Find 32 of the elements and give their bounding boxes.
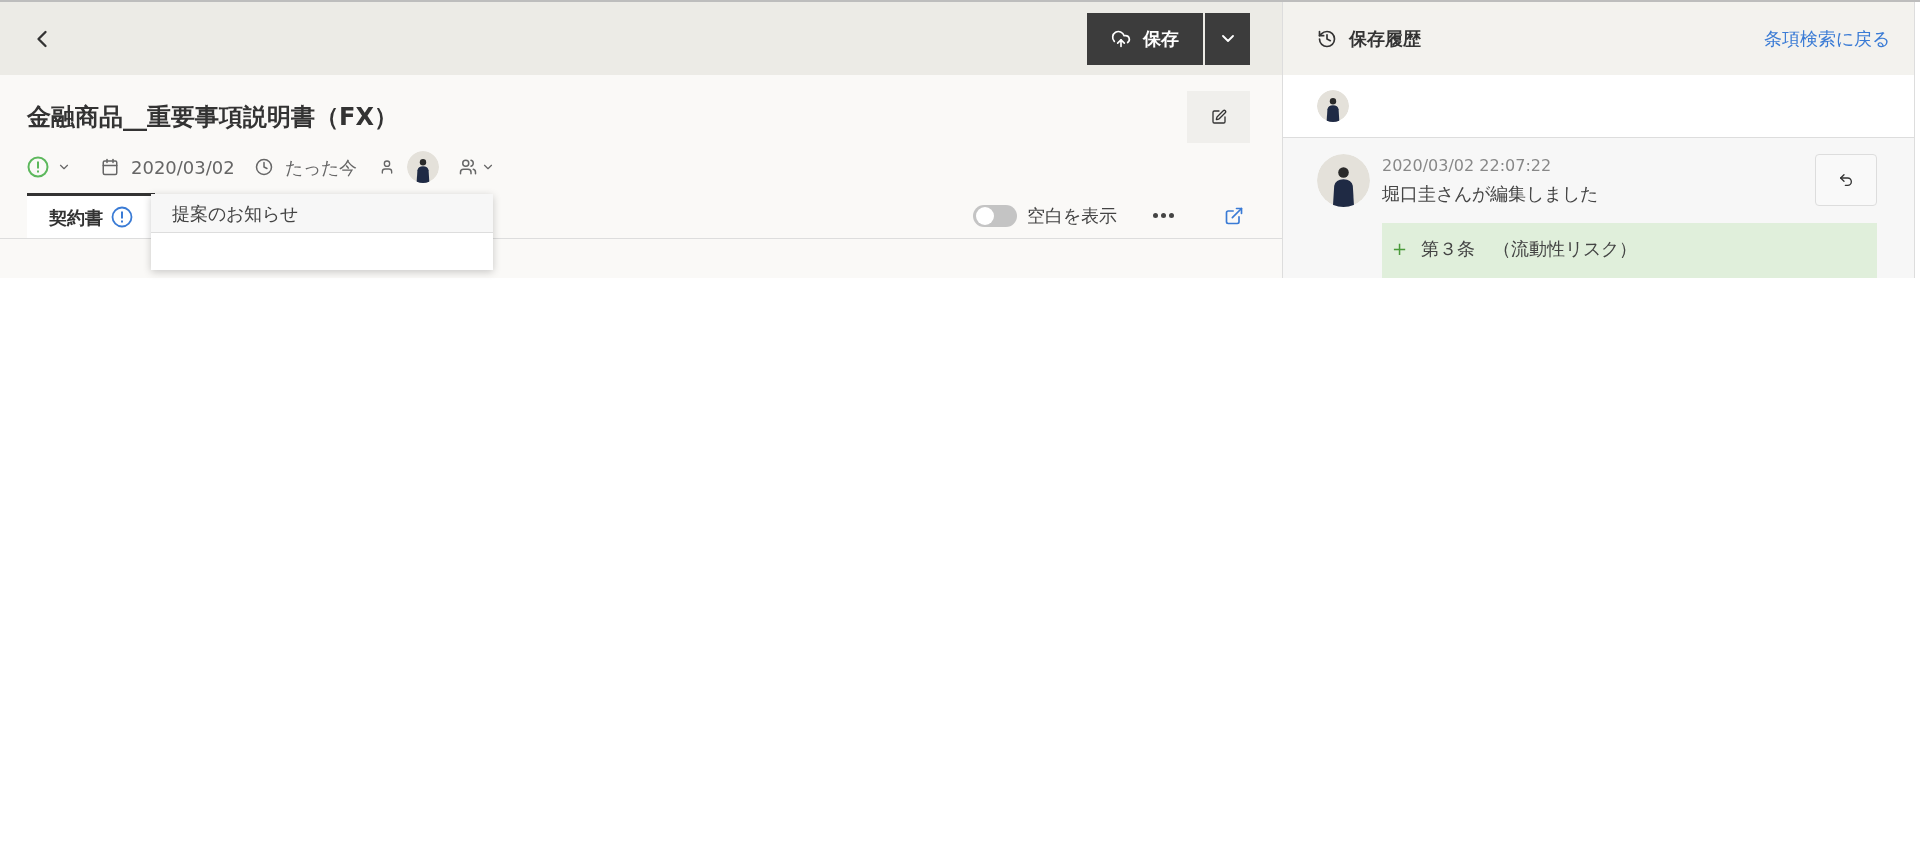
panel-title: 保存履歴 — [1349, 27, 1421, 51]
alert-icon — [27, 156, 49, 178]
document-date: 2020/03/02 — [131, 155, 235, 180]
document-tab[interactable]: 契約書 — [27, 193, 155, 238]
edit-button[interactable] — [1187, 91, 1250, 143]
save-button[interactable]: 保存 — [1087, 12, 1203, 65]
document-title: 金融商品__重要事項説明書（FX） — [27, 102, 398, 133]
avatar — [406, 151, 439, 183]
save-options-button[interactable] — [1205, 12, 1250, 65]
history-message: 堀口圭さんが編集しました — [1382, 182, 1598, 206]
back-to-search-link[interactable]: 条項検索に戻る — [1764, 25, 1890, 52]
history-icon — [1317, 28, 1337, 49]
diff-marker: + — [1392, 237, 1408, 261]
clock-icon — [254, 158, 273, 176]
external-link-icon — [1224, 205, 1244, 226]
diff-line: 第３条 （流動性リスク） — [1421, 237, 1638, 261]
alert-icon — [111, 206, 133, 228]
edit-icon — [1210, 109, 1227, 125]
avatar — [1317, 90, 1349, 122]
caret-icon — [1221, 35, 1234, 42]
history-time: 2020/03/02 22:07:22 — [1382, 155, 1553, 177]
toggle-label: 空白を表示 — [1027, 204, 1117, 228]
popover-title: 提案のお知らせ — [172, 201, 298, 226]
members-dropdown[interactable] — [458, 158, 495, 176]
avatar — [1317, 154, 1370, 207]
status-dropdown[interactable] — [27, 156, 71, 178]
whitespace-toggle[interactable] — [973, 204, 1017, 227]
upload-icon — [1111, 28, 1131, 49]
updated-time: たった今 — [284, 155, 357, 180]
calendar-icon — [101, 158, 119, 176]
undo-icon — [1838, 172, 1854, 188]
people-icon — [458, 158, 477, 176]
